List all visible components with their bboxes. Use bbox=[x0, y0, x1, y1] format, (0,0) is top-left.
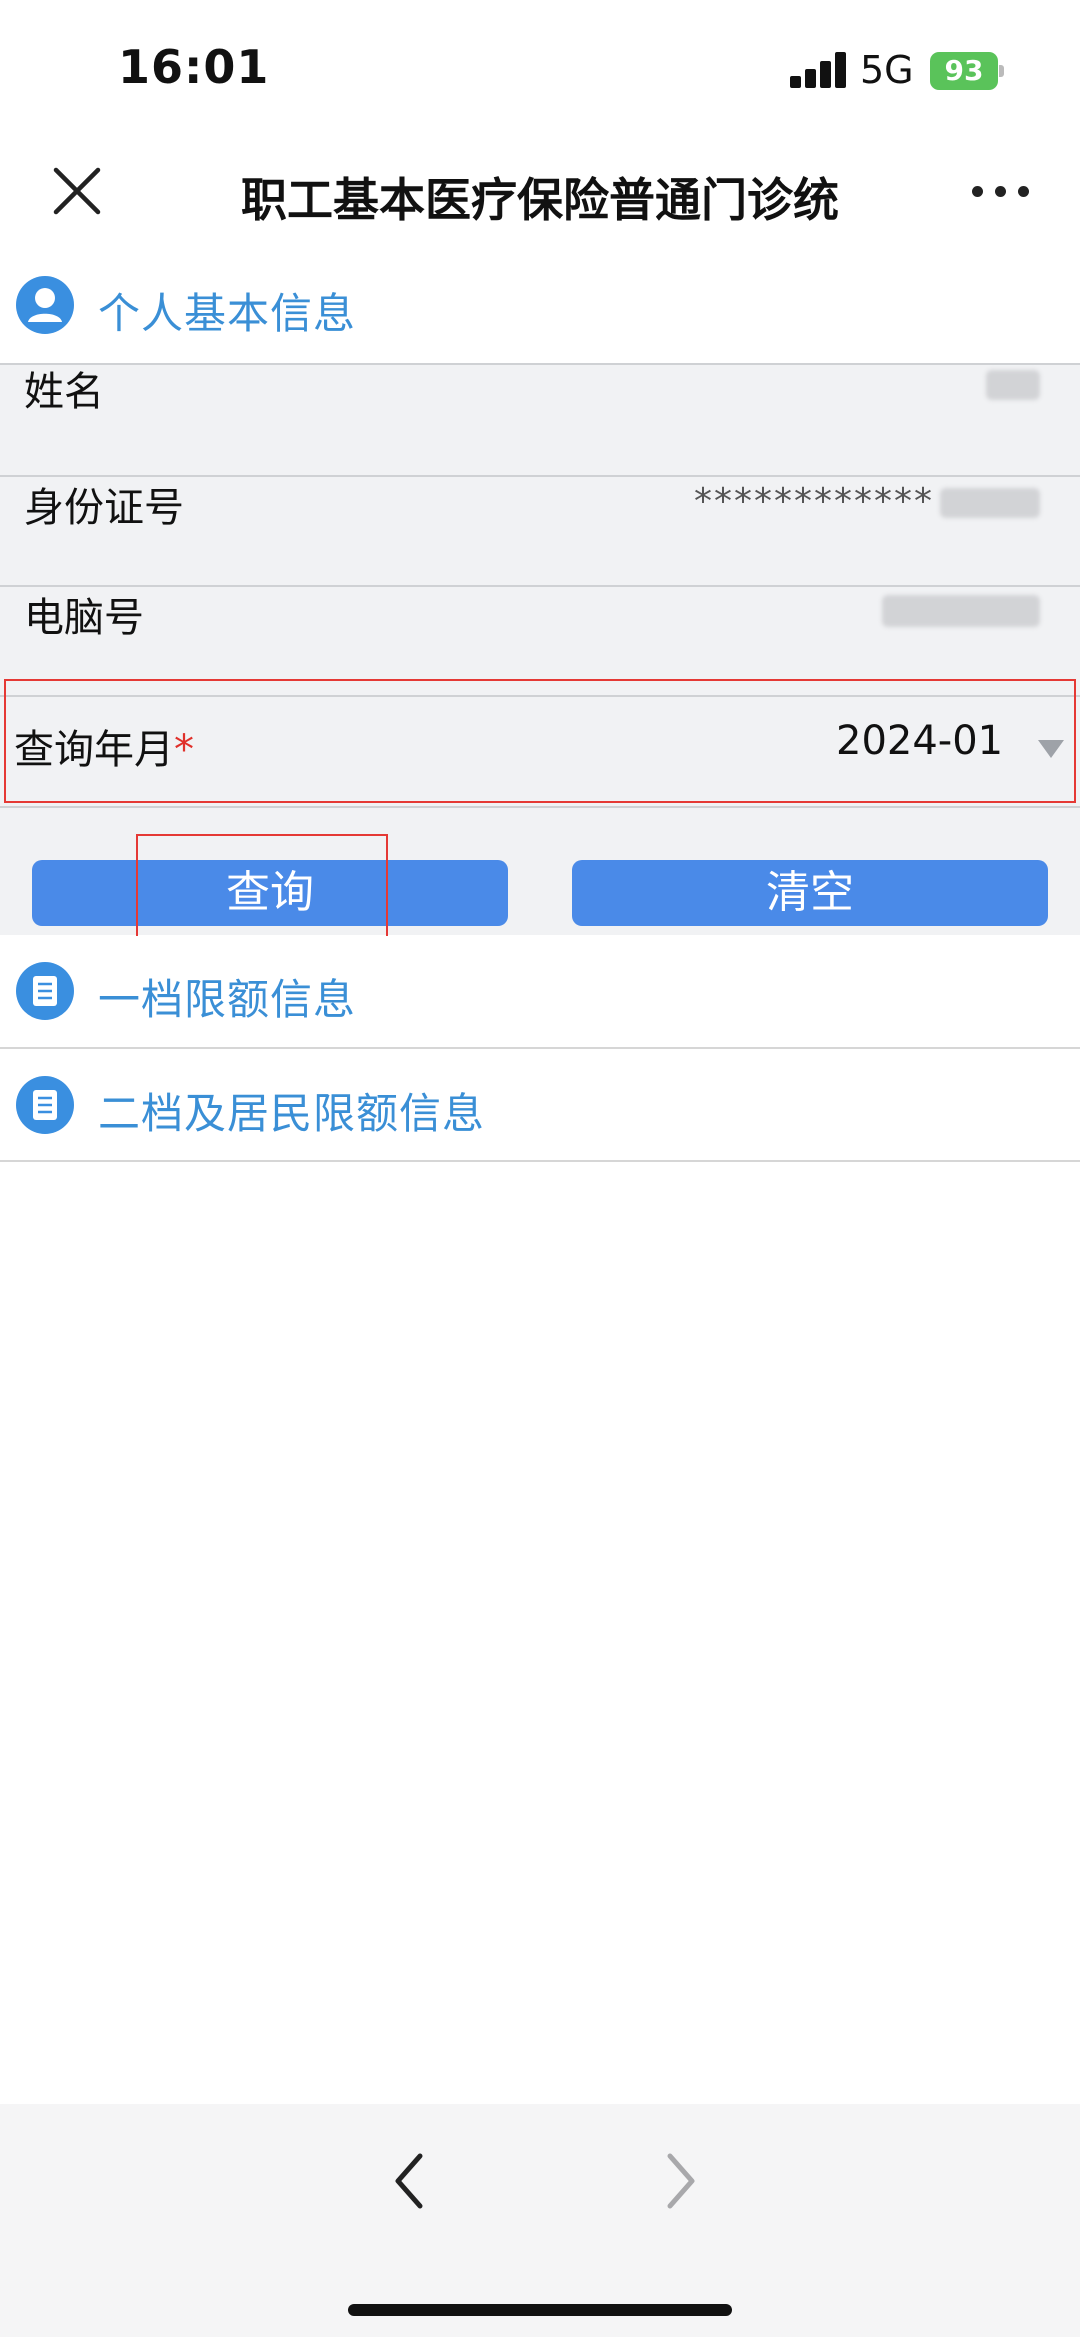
document-icon bbox=[16, 1076, 74, 1134]
id-value-masked: ************ bbox=[694, 481, 934, 522]
status-time: 16:01 bbox=[118, 40, 270, 94]
battery-icon: 93 bbox=[930, 52, 1004, 90]
title-bar: 职工基本医疗保险普通门诊统 bbox=[0, 140, 1080, 240]
name-label: 姓名 bbox=[24, 369, 104, 415]
bottom-nav-bar bbox=[0, 2104, 1080, 2337]
computer-no-value bbox=[882, 589, 1040, 630]
person-icon bbox=[16, 276, 74, 334]
clear-button[interactable]: 清空 bbox=[572, 860, 1048, 926]
close-icon[interactable] bbox=[48, 162, 106, 220]
computer-no-label: 电脑号 bbox=[24, 595, 144, 641]
section-divider bbox=[0, 1047, 1080, 1049]
form-bottom-divider bbox=[0, 806, 1080, 808]
chevron-right-icon[interactable] bbox=[650, 2146, 710, 2216]
signal-icon bbox=[790, 52, 846, 88]
network-type: 5G bbox=[860, 48, 914, 92]
page-title: 职工基本医疗保险普通门诊统 bbox=[241, 173, 839, 227]
tier-one-header[interactable]: 一档限额信息 bbox=[0, 936, 1080, 1048]
section-divider bbox=[0, 1160, 1080, 1162]
home-indicator bbox=[348, 2304, 732, 2316]
status-bar: 16:01 5G 93 bbox=[0, 0, 1080, 140]
personal-info-header: 个人基本信息 bbox=[0, 250, 1080, 362]
battery-level: 93 bbox=[930, 52, 998, 90]
tier-two-header[interactable]: 二档及居民限额信息 bbox=[0, 1050, 1080, 1162]
document-icon bbox=[16, 962, 74, 1020]
id-value: ************ bbox=[694, 481, 1040, 522]
personal-info-title: 个人基本信息 bbox=[98, 289, 357, 338]
name-row: 姓名 bbox=[0, 363, 1080, 475]
id-label: 身份证号 bbox=[24, 485, 184, 531]
more-icon[interactable] bbox=[970, 170, 1032, 210]
highlight-box-query-button bbox=[136, 834, 388, 946]
chevron-left-icon[interactable] bbox=[380, 2146, 440, 2216]
id-row: 身份证号 ************ bbox=[0, 475, 1080, 587]
highlight-box-query-month bbox=[4, 679, 1076, 803]
tier-two-title: 二档及居民限额信息 bbox=[98, 1089, 486, 1138]
name-value bbox=[986, 363, 1040, 404]
tier-one-title: 一档限额信息 bbox=[98, 975, 357, 1024]
